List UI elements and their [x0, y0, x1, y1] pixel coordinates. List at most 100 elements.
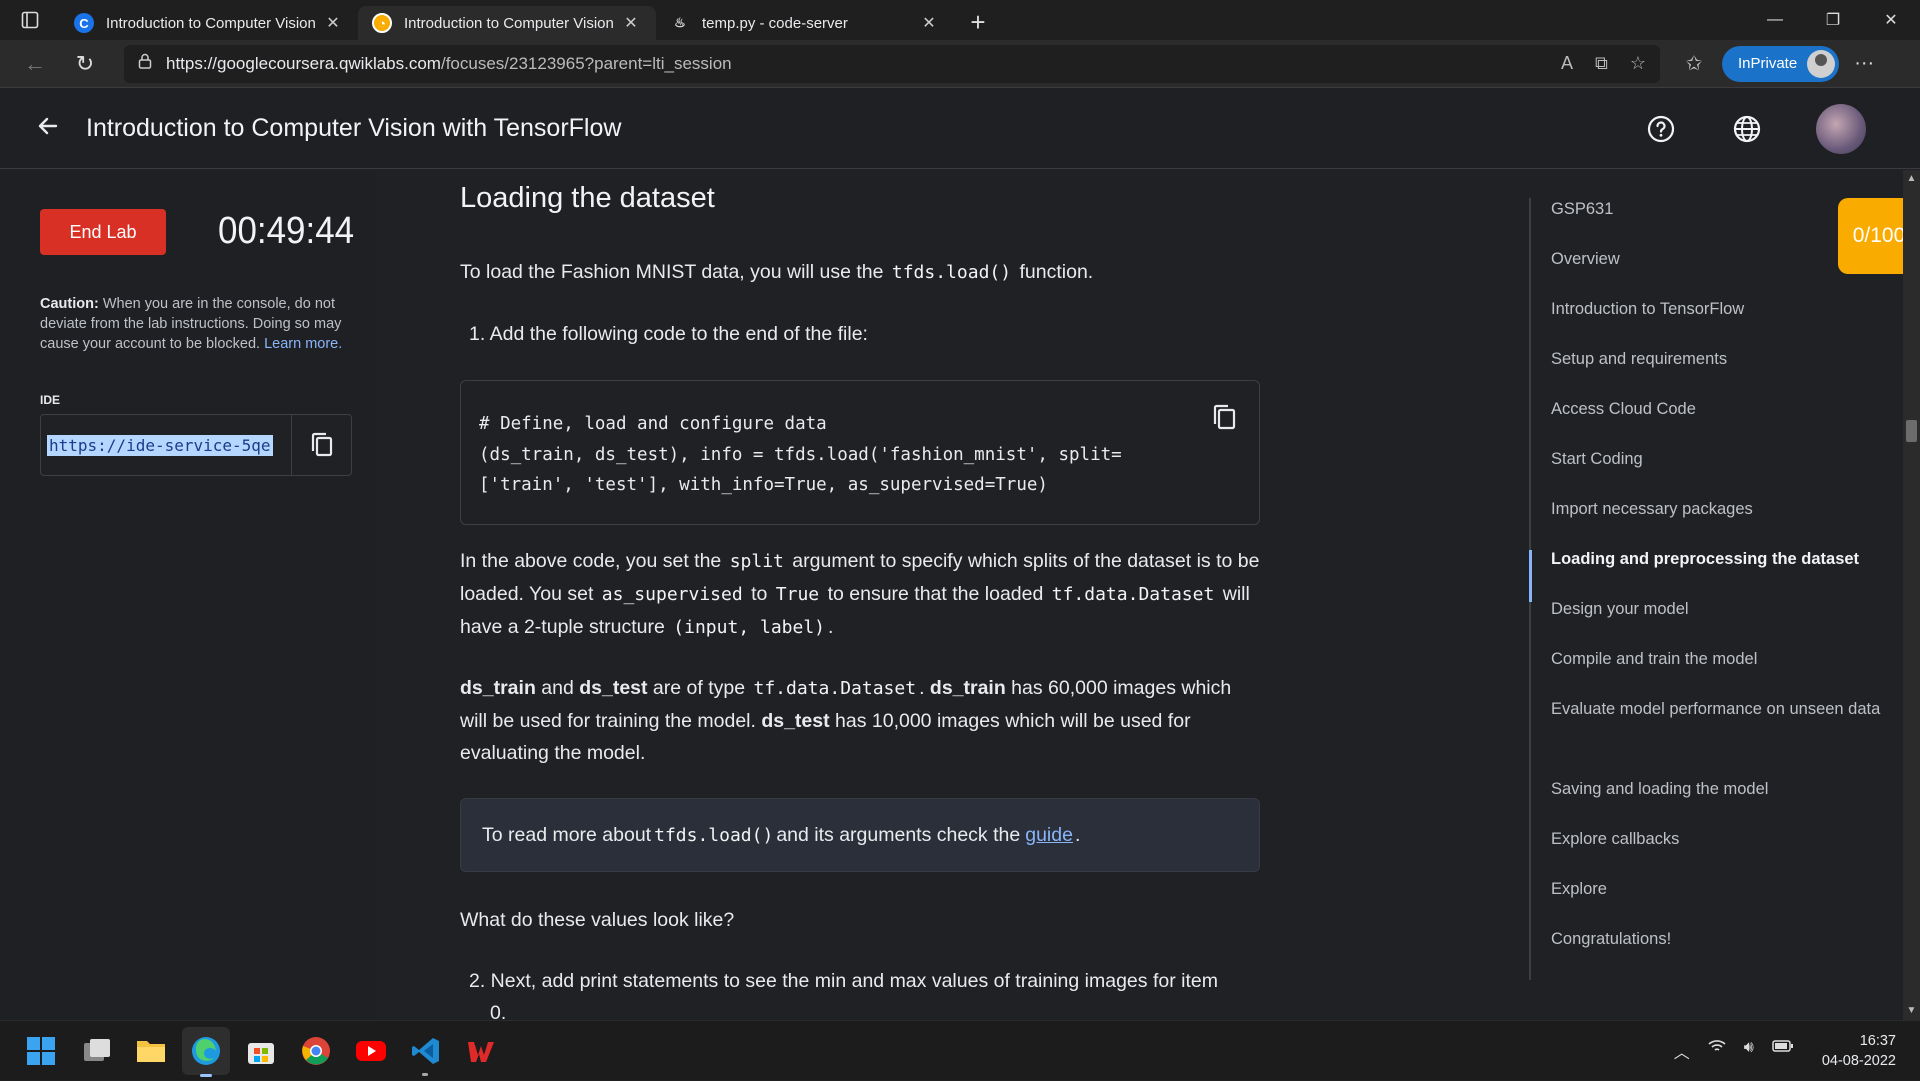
toc-item[interactable]: Start Coding — [1551, 445, 1891, 474]
system-clock[interactable]: 16:37 04-08-2022 — [1822, 1031, 1896, 1071]
inprivate-button[interactable]: InPrivate — [1722, 45, 1840, 82]
clock-time: 16:37 — [1859, 1033, 1896, 1049]
read-aloud-icon[interactable]: A — [1561, 53, 1573, 74]
toc-item[interactable]: Import necessary packages — [1551, 495, 1891, 524]
battery-icon[interactable] — [1772, 1039, 1794, 1063]
text: 0. — [490, 1002, 507, 1020]
toc-item[interactable]: Saving and loading the model — [1551, 775, 1891, 804]
text: . — [828, 616, 834, 638]
lab-header: Introduction to Computer Vision with Ten… — [0, 89, 1920, 169]
paragraph-split-explanation: In the above code, you set the split arg… — [460, 545, 1260, 644]
toc-item[interactable]: Explore — [1551, 875, 1891, 904]
chevron-up-icon[interactable]: ︿ — [1674, 1039, 1690, 1063]
scroll-thumb[interactable] — [1906, 420, 1917, 442]
toc-item[interactable]: Compile and train the model — [1551, 645, 1891, 674]
text: ds_train — [460, 677, 536, 699]
tab-close-icon[interactable]: ✕ — [620, 13, 642, 33]
app-available-icon[interactable]: ⧉ — [1595, 53, 1608, 74]
guide-link[interactable]: guide — [1025, 824, 1073, 847]
text: ds_test — [579, 677, 648, 699]
help-icon[interactable] — [1644, 112, 1678, 146]
paragraph-intro: To load the Fashion MNIST data, you will… — [460, 256, 1260, 289]
end-lab-button[interactable]: End Lab — [40, 209, 166, 255]
youtube-icon[interactable] — [354, 1034, 388, 1068]
tab-close-icon[interactable]: ✕ — [918, 13, 940, 33]
code-block: # Define, load and configure data (ds_tr… — [460, 380, 1260, 525]
text: and its arguments check the — [776, 823, 1021, 846]
browser-tab-qwiklabs[interactable]: ◔ Introduction to Computer Vision ✕ — [358, 6, 656, 40]
step-1: 1. Add the following code to the end of … — [469, 323, 868, 345]
minimize-icon[interactable]: — — [1746, 0, 1804, 40]
question-text: What do these values look like? — [460, 909, 735, 931]
add-favorite-icon[interactable]: ☆ — [1630, 53, 1646, 74]
ide-url-value[interactable]: https://ide-service-5qe — [47, 434, 273, 456]
url-path: /focuses/23123965?parent=lti_session — [440, 53, 732, 73]
inprivate-label: InPrivate — [1738, 55, 1798, 72]
favorites-icon[interactable]: ✩ — [1674, 51, 1714, 76]
page-scrollbar[interactable]: ▲ ▼ — [1903, 170, 1920, 1020]
toc-item[interactable]: Setup and requirements — [1551, 345, 1891, 374]
lock-icon — [138, 53, 152, 74]
toc-item[interactable]: Access Cloud Code — [1551, 395, 1891, 424]
edge-icon[interactable] — [182, 1027, 230, 1077]
toc-item[interactable]: Congratulations! — [1551, 925, 1891, 954]
wifi-icon[interactable] — [1708, 1039, 1726, 1063]
text: To load the Fashion MNIST data, you will… — [460, 261, 889, 283]
text: To read more about — [482, 823, 652, 846]
inline-code: tf.data.Dataset — [753, 678, 917, 699]
user-avatar[interactable] — [1816, 103, 1866, 154]
text: are of type — [647, 677, 751, 699]
tab-close-icon[interactable]: ✕ — [322, 13, 344, 33]
text: ds_test — [761, 710, 830, 732]
toc-item[interactable]: Introduction to TensorFlow — [1551, 295, 1891, 324]
inline-code: tf.data.Dataset — [1051, 584, 1215, 605]
url-field[interactable]: https://googlecoursera.qwiklabs.com /foc… — [124, 44, 1660, 83]
step-2: 2. Next, add print statements to see the… — [469, 965, 1269, 1020]
refresh-icon[interactable]: ↻ — [60, 40, 110, 88]
store-icon[interactable] — [244, 1034, 278, 1068]
toc-item[interactable]: Explore callbacks — [1551, 825, 1891, 854]
windows-start-icon[interactable] — [24, 1034, 58, 1068]
new-tab-icon[interactable]: + — [958, 5, 998, 39]
coursera-icon: C — [74, 13, 94, 33]
restore-icon[interactable]: ❐ — [1804, 0, 1862, 40]
toc-item[interactable]: Design your model — [1551, 595, 1891, 624]
browser-tab-bar: C Introduction to Computer Vision ✕ ◔ In… — [0, 0, 1920, 40]
clock-date: 04-08-2022 — [1821, 1053, 1896, 1069]
learn-more-link[interactable]: Learn more. — [264, 336, 342, 352]
text: and — [535, 677, 580, 699]
scroll-down-icon[interactable]: ▼ — [1903, 1002, 1920, 1020]
volume-icon[interactable]: 🔊︎ — [1744, 1039, 1754, 1063]
copy-code-icon[interactable] — [1211, 403, 1237, 436]
wps-icon[interactable] — [464, 1034, 498, 1068]
copy-ide-url-icon[interactable] — [291, 415, 351, 475]
inline-code: tfds.load() — [654, 824, 774, 846]
info-callout: To read more about tfds.load() and its a… — [460, 798, 1260, 872]
toc-item[interactable]: Loading and preprocessing the dataset — [1551, 545, 1891, 574]
qwiklabs-icon: ◔ — [372, 13, 392, 33]
task-view-icon[interactable] — [80, 1034, 114, 1068]
profile-avatar — [1807, 49, 1836, 78]
page-title: Introduction to Computer Vision with Ten… — [86, 114, 622, 142]
toc-item[interactable]: Evaluate model performance on unseen dat… — [1551, 695, 1891, 724]
code-text[interactable]: # Define, load and configure data (ds_tr… — [479, 409, 1241, 501]
browser-tab-code-server[interactable]: ♨ temp.py - code-server ✕ — [656, 6, 954, 40]
chrome-icon[interactable] — [299, 1034, 333, 1068]
language-globe-icon[interactable] — [1730, 112, 1764, 146]
back-icon[interactable]: ← — [10, 40, 60, 88]
paragraph-dataset-sizes: ds_train and ds_test are of type tf.data… — [460, 672, 1260, 769]
tab-actions-icon[interactable] — [0, 0, 60, 40]
vscode-icon[interactable] — [409, 1034, 443, 1076]
back-arrow-icon[interactable] — [36, 113, 86, 145]
text: In the above code, you set the — [460, 550, 727, 572]
ide-label: IDE — [40, 393, 61, 407]
text: to ensure that the loaded — [822, 583, 1049, 605]
tab-title: Introduction to Computer Vision — [404, 14, 614, 32]
ide-url-field[interactable]: https://ide-service-5qe — [40, 414, 352, 476]
file-explorer-icon[interactable] — [134, 1034, 168, 1068]
more-icon[interactable]: ··· — [1839, 52, 1889, 75]
scroll-up-icon[interactable]: ▲ — [1903, 170, 1920, 188]
toc-active-indicator — [1529, 550, 1532, 602]
window-close-icon[interactable]: ✕ — [1862, 0, 1920, 40]
browser-tab-coursera[interactable]: C Introduction to Computer Vision ✕ — [60, 6, 358, 40]
